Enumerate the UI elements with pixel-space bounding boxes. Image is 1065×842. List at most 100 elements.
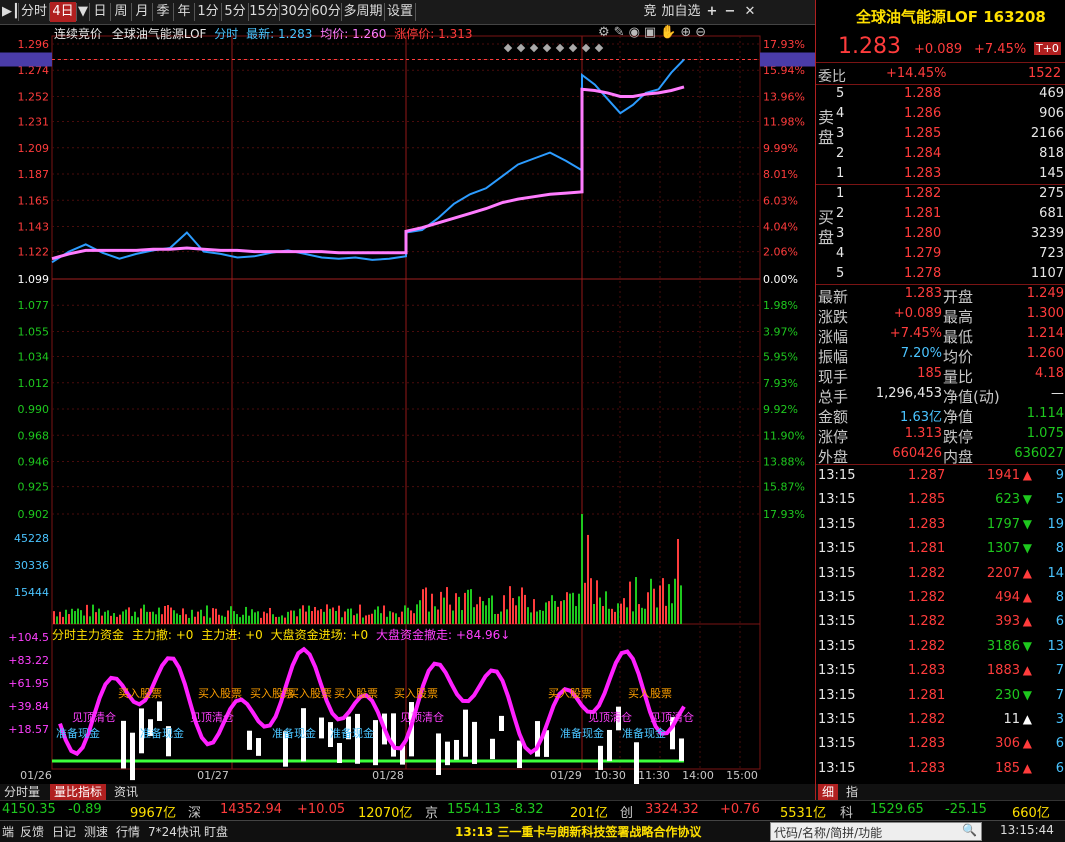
buy-level: 2 bbox=[836, 206, 845, 221]
status-item[interactable]: 端 bbox=[2, 823, 14, 840]
period-button-1[interactable]: 分时 bbox=[19, 2, 49, 22]
tab-detail[interactable]: 细 bbox=[818, 784, 839, 800]
latest-value: 1.283 bbox=[278, 27, 313, 41]
tick-price: 1.287 bbox=[908, 468, 946, 483]
stat-label: 涨幅 bbox=[818, 328, 849, 346]
event-marker bbox=[581, 43, 591, 53]
sell-price: 1.284 bbox=[904, 146, 942, 161]
stat-label: 振幅 bbox=[818, 348, 849, 366]
event-marker bbox=[516, 43, 526, 53]
index-field: +0.76 bbox=[720, 802, 760, 817]
stat-value: 660426 bbox=[892, 446, 942, 461]
period-button-9[interactable]: 1分 bbox=[195, 2, 221, 22]
search-input[interactable]: 代码/名称/简拼/功能 bbox=[774, 824, 882, 841]
sell-volume: 906 bbox=[1039, 106, 1064, 121]
period-button-15[interactable]: 设置 bbox=[385, 2, 415, 22]
hand-icon[interactable]: ✋ bbox=[660, 25, 680, 40]
pct-axis-label: 0.00% bbox=[763, 273, 798, 286]
tab-volume-ratio[interactable]: 量比指标 bbox=[50, 784, 107, 800]
tab-index[interactable]: 指 bbox=[842, 784, 862, 800]
indicator-item-3: 大盘资金进场: +0 bbox=[270, 628, 369, 642]
status-item[interactable]: 测速 bbox=[84, 823, 108, 840]
status-item[interactable]: 行情 bbox=[116, 823, 140, 840]
tick-count: 7 bbox=[1055, 687, 1064, 703]
current-pct-badge bbox=[760, 52, 815, 67]
price-axis-label: 0.946 bbox=[18, 456, 50, 469]
panel-tabs: 细 指 bbox=[816, 784, 1065, 800]
tick-volume: 1307 bbox=[986, 541, 1020, 557]
status-item[interactable]: 日记 bbox=[52, 823, 76, 840]
tick-count: 8 bbox=[1055, 541, 1064, 557]
plus-icon[interactable]: + bbox=[704, 2, 720, 22]
tab-volume[interactable]: 分时量 bbox=[0, 784, 44, 800]
x-axis-time: 10:30 bbox=[594, 769, 626, 782]
limit-label: 涨停价: bbox=[394, 27, 435, 41]
arrow-down-icon: ▼ bbox=[1022, 516, 1032, 531]
period-button-12[interactable]: 30分 bbox=[280, 2, 310, 22]
event-marker bbox=[542, 43, 552, 53]
limit-value: 1.313 bbox=[438, 27, 473, 41]
period-button-14[interactable]: 多周期 bbox=[342, 2, 384, 22]
period-button-6[interactable]: 月 bbox=[132, 2, 152, 22]
market-index-bar: 4150.35 -0.89 9967亿深 14352.94 +10.05 12070亿京 1… bbox=[0, 800, 1065, 821]
camera-icon[interactable]: ▣ bbox=[644, 25, 660, 40]
period-button-5[interactable]: 周 bbox=[111, 2, 131, 22]
tick-count: 14 bbox=[1047, 565, 1064, 581]
news-ticker[interactable]: 13:13 三一重卡与朗新科技签署战略合作协议 bbox=[455, 823, 701, 840]
period-button-8[interactable]: 年 bbox=[174, 2, 194, 22]
close-icon[interactable]: ✕ bbox=[742, 2, 758, 22]
panel-title: 全球油气能源LOF 163208 bbox=[856, 8, 1046, 26]
stat-value: 185 bbox=[917, 366, 942, 381]
edit-icon[interactable]: ✎ bbox=[614, 25, 629, 40]
search-box[interactable]: 代码/名称/简拼/功能 🔍 bbox=[770, 822, 982, 841]
pct-axis-label: 17.93% bbox=[763, 508, 805, 521]
status-item[interactable]: 反馈 bbox=[20, 823, 44, 840]
status-item[interactable]: 7*24快讯 bbox=[148, 823, 201, 840]
auction-status: 连续竞价 bbox=[54, 27, 103, 41]
price-axis-label: 1.165 bbox=[18, 194, 50, 207]
indicator-bar bbox=[247, 730, 252, 750]
period-button-4[interactable]: 日 bbox=[90, 2, 110, 22]
stat-label: 净值 bbox=[943, 408, 974, 426]
price-axis-label: 1.122 bbox=[18, 246, 50, 259]
jing-button[interactable]: 竞 bbox=[642, 2, 658, 22]
buy-signal-label: 买入股票 bbox=[548, 687, 592, 700]
period-button-11[interactable]: 15分 bbox=[249, 2, 279, 22]
search-icon[interactable]: 🔍 bbox=[962, 823, 977, 837]
tab-news[interactable]: 资讯 bbox=[110, 784, 142, 800]
period-button-3[interactable]: ▼ bbox=[77, 2, 89, 22]
buy-price: 1.278 bbox=[904, 266, 942, 281]
period-button-2[interactable]: 4日 bbox=[50, 2, 76, 22]
minus-icon[interactable]: − bbox=[722, 2, 738, 22]
buy-price: 1.282 bbox=[904, 186, 942, 201]
status-item[interactable]: 盯盘 bbox=[204, 823, 228, 840]
pct-axis-label: 13.88% bbox=[763, 456, 805, 469]
stat-label: 金额 bbox=[818, 408, 849, 426]
buy-signal-label: 买入股票 bbox=[118, 687, 162, 700]
stat-value: 1.300 bbox=[1026, 306, 1064, 321]
indicator-bar bbox=[454, 739, 459, 760]
tick-volume: 3186 bbox=[986, 638, 1020, 654]
chart-canvas[interactable]: 1.29617.93%1.28316.74%1.27415.94%1.25213… bbox=[0, 24, 815, 791]
tick-count: 5 bbox=[1055, 492, 1064, 508]
indicator-bar bbox=[463, 709, 468, 757]
eye-icon[interactable]: ◉ bbox=[629, 25, 644, 40]
zoom-in-icon[interactable]: ⊕ bbox=[680, 25, 695, 40]
price-axis-label: 1.099 bbox=[18, 273, 50, 286]
period-button-13[interactable]: 60分 bbox=[311, 2, 341, 22]
x-axis-time: 14:00 bbox=[682, 769, 714, 782]
period-button-10[interactable]: 5分 bbox=[222, 2, 248, 22]
event-marker bbox=[594, 43, 604, 53]
zoom-out-icon[interactable]: ⊖ bbox=[695, 25, 710, 40]
gear-icon[interactable]: ⚙ bbox=[598, 25, 614, 40]
x-axis-time: 15:00 bbox=[726, 769, 758, 782]
tick-time: 13:15 bbox=[818, 590, 856, 605]
arrow-up-icon: ▲ bbox=[1022, 614, 1032, 629]
prepare-cash-label: 准备现金 bbox=[622, 726, 666, 740]
intraday-chart[interactable]: 1.29617.93%1.28316.74%1.27415.94%1.25213… bbox=[0, 24, 815, 791]
arrow-up-icon: ▲ bbox=[1022, 712, 1032, 726]
period-button-0[interactable]: ▶┃ bbox=[2, 2, 20, 22]
add-watchlist-button[interactable]: 加自选 bbox=[661, 2, 701, 22]
current-price-badge bbox=[0, 52, 52, 67]
period-button-7[interactable]: 季 bbox=[153, 2, 173, 22]
